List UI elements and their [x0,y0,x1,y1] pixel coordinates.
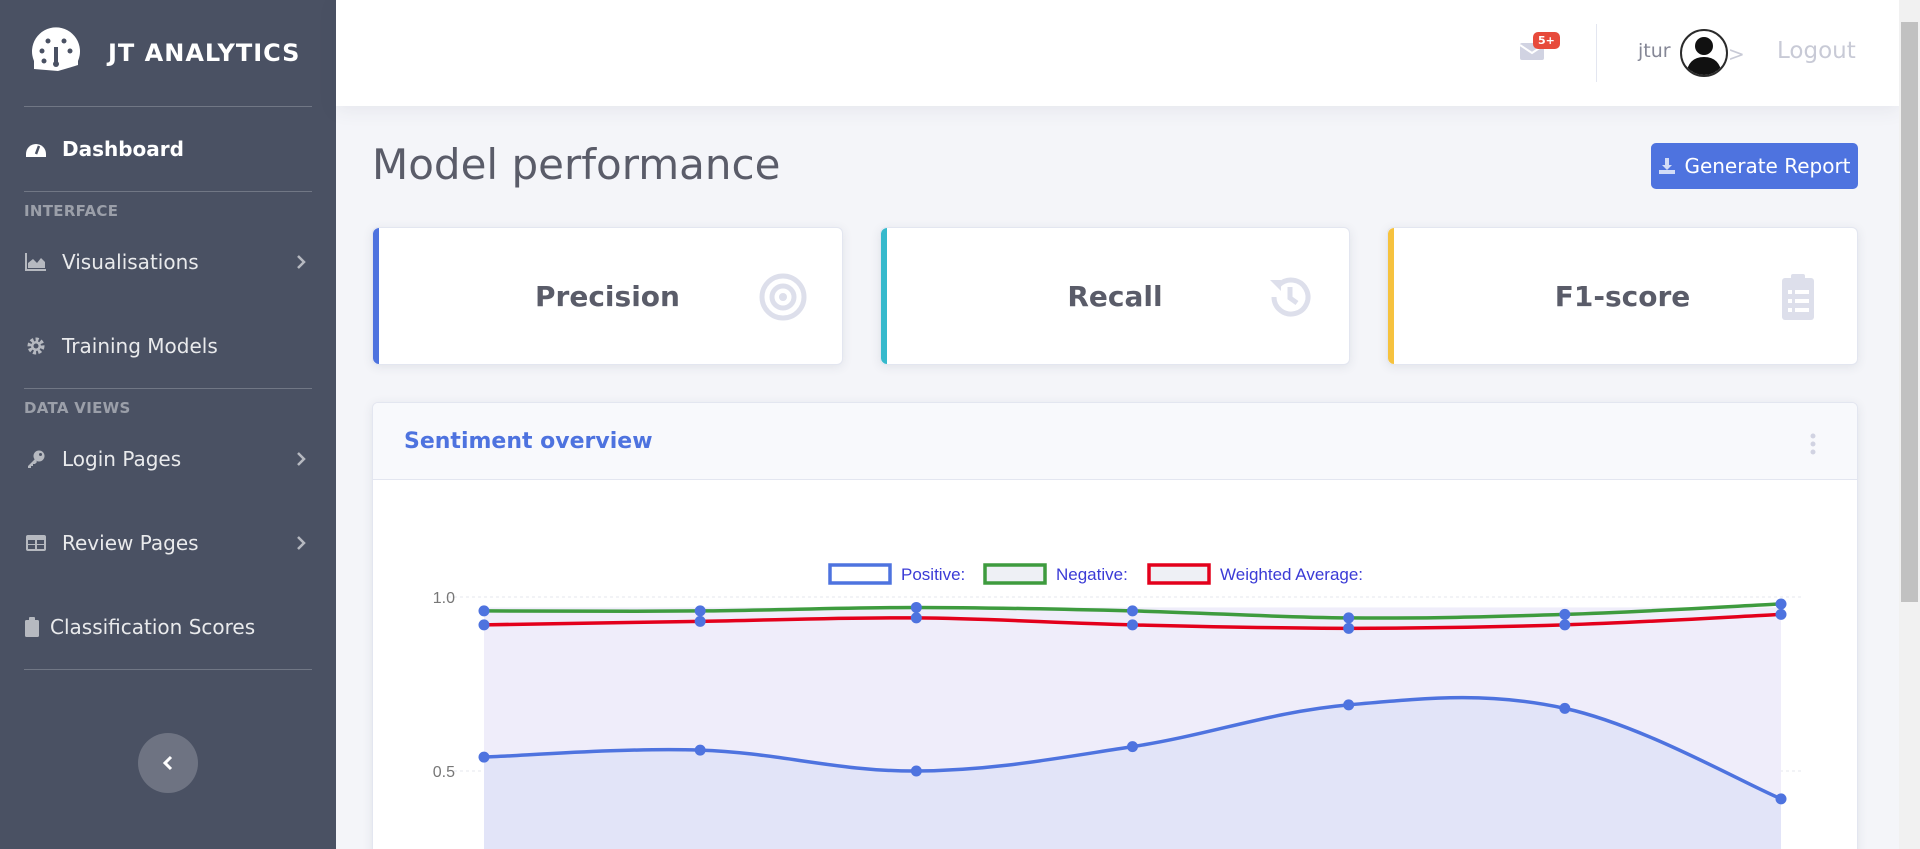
chevron-right-icon [297,255,306,269]
chevron-right-icon [297,452,306,466]
legend-swatch [828,563,892,585]
logout-link[interactable]: Logout [1777,38,1856,64]
sentiment-overview-card: Sentiment overview 1.0 0.5 Positive: Negati… [372,402,1858,849]
sidebar-item-visualisations[interactable]: Visualisations [0,220,336,304]
data-point [910,765,922,777]
data-point [694,615,706,627]
data-point [1775,608,1787,620]
legend-swatch [983,563,1047,585]
sidebar-item-dashboard[interactable]: Dashboard [0,107,336,191]
data-point [694,605,706,617]
brand-logo-icon [32,27,80,71]
data-point [1775,793,1787,805]
user-name[interactable]: jtur [1638,40,1671,62]
data-point [1775,598,1787,610]
more-vertical-icon[interactable] [1809,433,1817,455]
chevron-left-icon [162,755,173,771]
data-point [478,605,490,617]
sidebar-item-classification-scores[interactable]: Classification Scores [0,585,336,669]
sidebar: JT ANALYTICS Dashboard INTERFACE Visuali… [0,0,336,849]
sidebar-item-label: Login Pages [62,447,182,471]
recall-card[interactable]: Recall [880,227,1350,365]
user-menu-caret: > [1728,42,1745,66]
cog-icon [24,334,48,358]
data-point [910,601,922,613]
sidebar-toggle-button[interactable] [138,733,198,793]
precision-card[interactable]: Precision [372,227,843,365]
tachometer-icon [24,137,48,161]
history-icon [1270,277,1311,317]
legend-label: Weighted Average: [1220,565,1363,584]
f1-score-card[interactable]: F1-score [1387,227,1858,365]
data-point [1127,741,1138,753]
sidebar-heading-interface: INTERFACE [24,202,119,220]
chart-card-title: Sentiment overview [404,429,653,454]
sidebar-item-label: Visualisations [62,250,199,274]
sentiment-line-chart: 1.0 0.5 Positive: Negative: Weighted Average… [433,563,1803,849]
data-point [1559,702,1571,714]
chevron-right-icon [297,536,306,550]
chart-area-icon [24,250,48,274]
chart-card-header: Sentiment overview [373,403,1857,480]
y-tick-label: 0.5 [433,764,455,781]
data-point [910,612,922,624]
legend-label: Negative: [1056,565,1128,584]
sidebar-heading-data-views: DATA VIEWS [24,399,131,417]
brand[interactable]: JT ANALYTICS [0,0,336,106]
data-point [1343,699,1355,711]
sidebar-item-label: Classification Scores [50,615,256,639]
notification-badge: 5+ [1533,32,1560,49]
clipboard-icon [24,615,40,639]
data-point [478,751,490,763]
table-icon [24,531,48,555]
topbar: 5+ jtur > Logout [336,0,1899,106]
key-icon [24,447,48,471]
legend-label: Positive: [901,565,965,584]
generate-report-label: Generate Report [1684,154,1851,178]
sidebar-item-label: Dashboard [62,137,184,161]
data-point [694,744,706,756]
data-point [1127,605,1138,617]
page-title: Model performance [372,140,781,189]
data-point [1343,612,1355,624]
sidebar-item-training-models[interactable]: Training Models [0,304,336,388]
avatar[interactable] [1680,29,1728,77]
data-point [1559,608,1571,620]
sidebar-item-label: Review Pages [62,531,199,555]
scrollbar-track[interactable] [1899,0,1920,849]
topbar-divider [1596,24,1597,82]
data-point [1127,619,1138,631]
brand-name: JT ANALYTICS [108,39,301,67]
sidebar-item-label: Training Models [62,334,218,358]
data-point [1559,619,1571,631]
data-point [1343,622,1355,634]
download-icon [1659,158,1676,174]
scrollbar-thumb[interactable] [1901,22,1918,602]
sidebar-item-review-pages[interactable]: Review Pages [0,501,336,585]
legend-swatch [1147,563,1211,585]
user-silhouette-icon [1686,37,1722,75]
sidebar-item-login-pages[interactable]: Login Pages [0,417,336,501]
clipboard-list-icon [1782,274,1814,320]
bullseye-icon [759,273,807,321]
sidebar-divider [24,669,312,670]
generate-report-button[interactable]: Generate Report [1651,143,1858,189]
data-point [478,619,490,631]
y-tick-label: 1.0 [433,590,455,607]
